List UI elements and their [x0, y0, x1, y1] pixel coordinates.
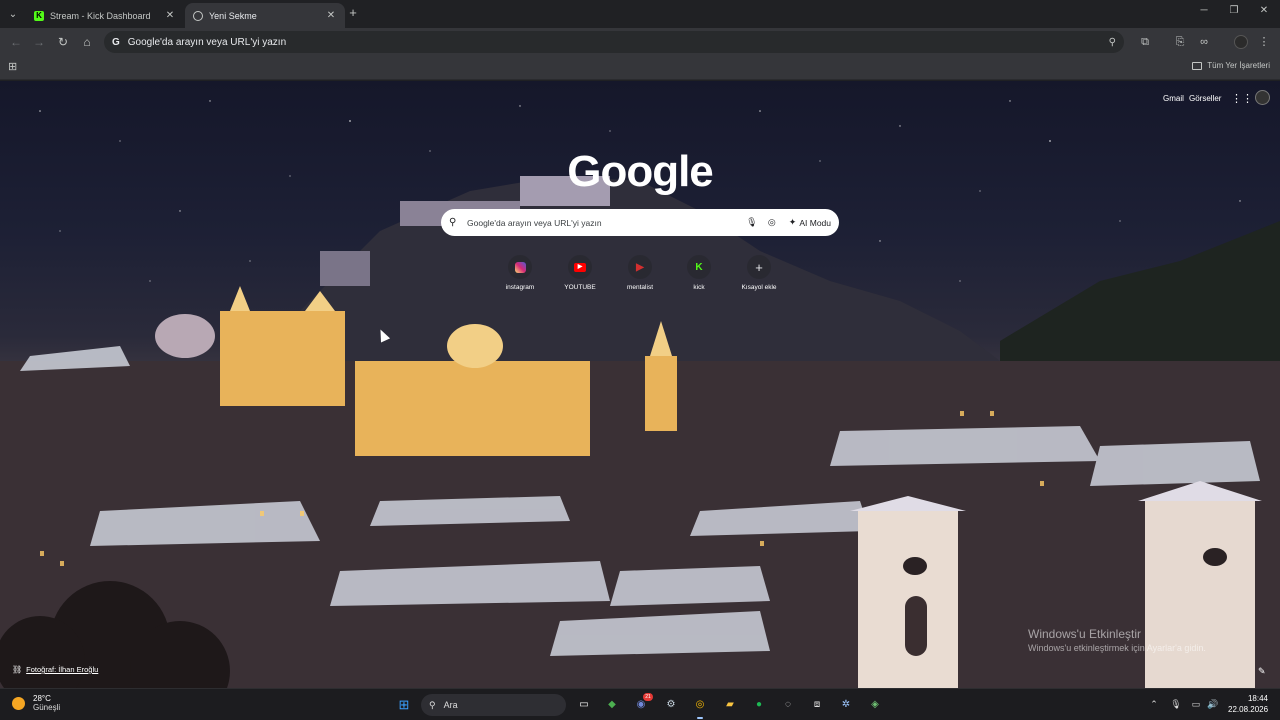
chevron-up-icon[interactable]: ⌃	[1148, 699, 1160, 710]
weather-condition: Güneşli	[33, 703, 61, 712]
network-icon[interactable]: ▭	[1190, 699, 1202, 710]
customize-pencil-icon[interactable]: ✎	[1258, 666, 1266, 677]
youtube-icon: ▶	[568, 255, 592, 279]
link-icon[interactable]: ∞	[1196, 34, 1212, 50]
activation-subtitle: Windows'u etkinleştirmek için Ayarlar'a …	[1028, 643, 1206, 653]
close-window-icon[interactable]: ✕	[1254, 5, 1274, 16]
reload-icon[interactable]: ↻	[55, 34, 71, 50]
tab-search-button[interactable]: ⌄	[4, 5, 22, 23]
search-input[interactable]: Google'da arayın veya URL'yi yazın	[467, 218, 739, 228]
search-icon: ⚲	[449, 217, 457, 228]
shortcut-label: instagram	[505, 284, 535, 291]
shortcut-instagram[interactable]: instagram	[490, 255, 550, 291]
images-link[interactable]: Görseller	[1189, 94, 1221, 103]
microphone-tray-icon[interactable]: 🎙	[1170, 699, 1182, 710]
ai-sparkle-icon: ✦	[788, 217, 797, 227]
tab-label: Stream - Kick Dashboard	[50, 10, 151, 21]
account-avatar[interactable]	[1255, 90, 1270, 105]
ai-mode-button[interactable]: ✦ AI Modu	[789, 217, 831, 228]
browser-toolbar: ← → ↻ ⌂ G Google'da arayın veya URL'yi y…	[0, 28, 1280, 56]
play-icon: ▶	[628, 255, 652, 279]
profile-avatar[interactable]	[1234, 35, 1248, 49]
windows-start-icon[interactable]: ⊞	[396, 697, 412, 713]
back-icon[interactable]: ←	[8, 34, 24, 50]
folder-icon	[1192, 61, 1203, 70]
nvidia-icon[interactable]: ◈	[867, 697, 883, 713]
tab-label: Yeni Sekme	[209, 10, 257, 21]
shortcut-label: mentalist	[626, 284, 653, 291]
taskbar-search-label: Ara	[443, 700, 458, 710]
shortcut-kick[interactable]: K kick	[669, 255, 729, 291]
kick-favicon-icon: K	[34, 10, 44, 21]
file-explorer-icon[interactable]: ▰	[722, 697, 738, 713]
extensions-icon[interactable]: ⧉	[1137, 34, 1153, 50]
chrome-icon[interactable]: ◎	[692, 697, 708, 713]
shortcut-mentalist[interactable]: ▶ mentalist	[610, 255, 670, 291]
settings-icon[interactable]: ✲	[838, 697, 854, 713]
active-indicator	[697, 717, 703, 719]
new-tab-button[interactable]: +	[346, 6, 360, 20]
ai-mode-label: AI Modu	[799, 217, 831, 228]
tab-new-tab[interactable]: Yeni Sekme ✕	[185, 3, 345, 28]
google-apps-icon[interactable]: ⋮⋮	[1231, 92, 1253, 105]
windows-activation-watermark: Windows'u Etkinleştir Windows'u etkinleş…	[1028, 627, 1206, 653]
minecraft-icon[interactable]: ◆	[604, 697, 620, 713]
apps-grid-icon[interactable]: ⊞	[8, 61, 20, 73]
restore-icon[interactable]: ❐	[1224, 5, 1244, 16]
photo-credit-label: Fotoğraf: İlhan Eroğlu	[26, 665, 99, 674]
minimize-icon[interactable]: ─	[1194, 5, 1214, 16]
chrome-favicon-icon	[193, 10, 203, 21]
shortcut-youtube[interactable]: ▶ YOUTUBE	[550, 255, 610, 291]
plus-icon: +	[747, 255, 771, 279]
microphone-icon[interactable]: 🎙	[745, 217, 759, 228]
photo-credit-link[interactable]: ⛓ Fotoğraf: İlhan Eroğlu	[12, 665, 98, 674]
address-bar-text: Google'da arayın veya URL'yi yazın	[127, 36, 287, 48]
screenshot-icon[interactable]: ⎘	[1172, 34, 1188, 50]
shortcut-label: YOUTUBE	[564, 284, 596, 291]
clock[interactable]: 18:44 22.08.2026	[1228, 694, 1268, 714]
shortcut-label: kick	[693, 284, 705, 291]
zoom-icon[interactable]: ⚲	[1109, 37, 1116, 48]
google-lens-icon[interactable]: ◎	[765, 217, 779, 228]
home-icon[interactable]: ⌂	[79, 34, 95, 50]
windows-taskbar: 28°C Güneşli ⊞ ⚲ Ara ▭ ◆ ◉ 21 ⚙ ◎ ▰ ● ◌ …	[0, 688, 1280, 720]
sun-icon	[12, 696, 25, 710]
taskbar-search[interactable]: ⚲ Ara	[421, 694, 566, 716]
time: 18:44	[1247, 694, 1268, 703]
bookmarks-bar: ⊞ Tüm Yer İşaretleri	[0, 56, 1280, 80]
search-box[interactable]: ⚲ Google'da arayın veya URL'yi yazın 🎙 ◎…	[441, 209, 839, 236]
activation-title: Windows'u Etkinleştir	[1028, 627, 1141, 641]
google-icon: G	[112, 36, 120, 48]
address-bar[interactable]: G Google'da arayın veya URL'yi yazın ⚲	[104, 31, 1124, 53]
forward-icon[interactable]: →	[31, 34, 47, 50]
all-bookmarks-label: Tüm Yer İşaretleri	[1207, 61, 1270, 70]
new-tab-page: Gmail Görseller ⋮⋮ Google ⚲ Google'da ar…	[0, 81, 1280, 688]
date: 22.08.2026	[1228, 705, 1269, 714]
gmail-link[interactable]: Gmail	[1163, 94, 1184, 103]
kick-icon: K	[687, 255, 711, 279]
google-logo: Google	[567, 147, 714, 196]
shortcut-label: Kısayol ekle	[741, 284, 777, 291]
tab-kick-dashboard[interactable]: K Stream - Kick Dashboard ✕	[26, 3, 184, 28]
all-bookmarks-button[interactable]: Tüm Yer İşaretleri	[1192, 61, 1270, 70]
instagram-icon	[508, 255, 532, 279]
temperature: 28°C	[33, 694, 51, 703]
close-icon[interactable]: ✕	[164, 10, 176, 21]
task-view-icon[interactable]: ▭	[576, 697, 592, 713]
link-icon: ⛓	[12, 665, 23, 674]
menu-icon[interactable]: ⋮	[1256, 34, 1272, 50]
search-icon: ⚲	[429, 699, 436, 710]
capcut-icon[interactable]: ⧈	[809, 697, 825, 713]
tab-strip: ⌄ K Stream - Kick Dashboard ✕ Yeni Sekme…	[0, 0, 1280, 28]
obs-icon[interactable]: ◌	[780, 697, 796, 713]
close-icon[interactable]: ✕	[325, 10, 337, 21]
weather-widget[interactable]: 28°C Güneşli	[12, 694, 60, 712]
steam-icon[interactable]: ⚙	[663, 697, 679, 713]
spotify-icon[interactable]: ●	[751, 697, 767, 713]
volume-icon[interactable]: 🔊	[1207, 699, 1219, 710]
discord-badge: 21	[643, 693, 653, 701]
shortcut-add[interactable]: + Kısayol ekle	[729, 255, 789, 291]
